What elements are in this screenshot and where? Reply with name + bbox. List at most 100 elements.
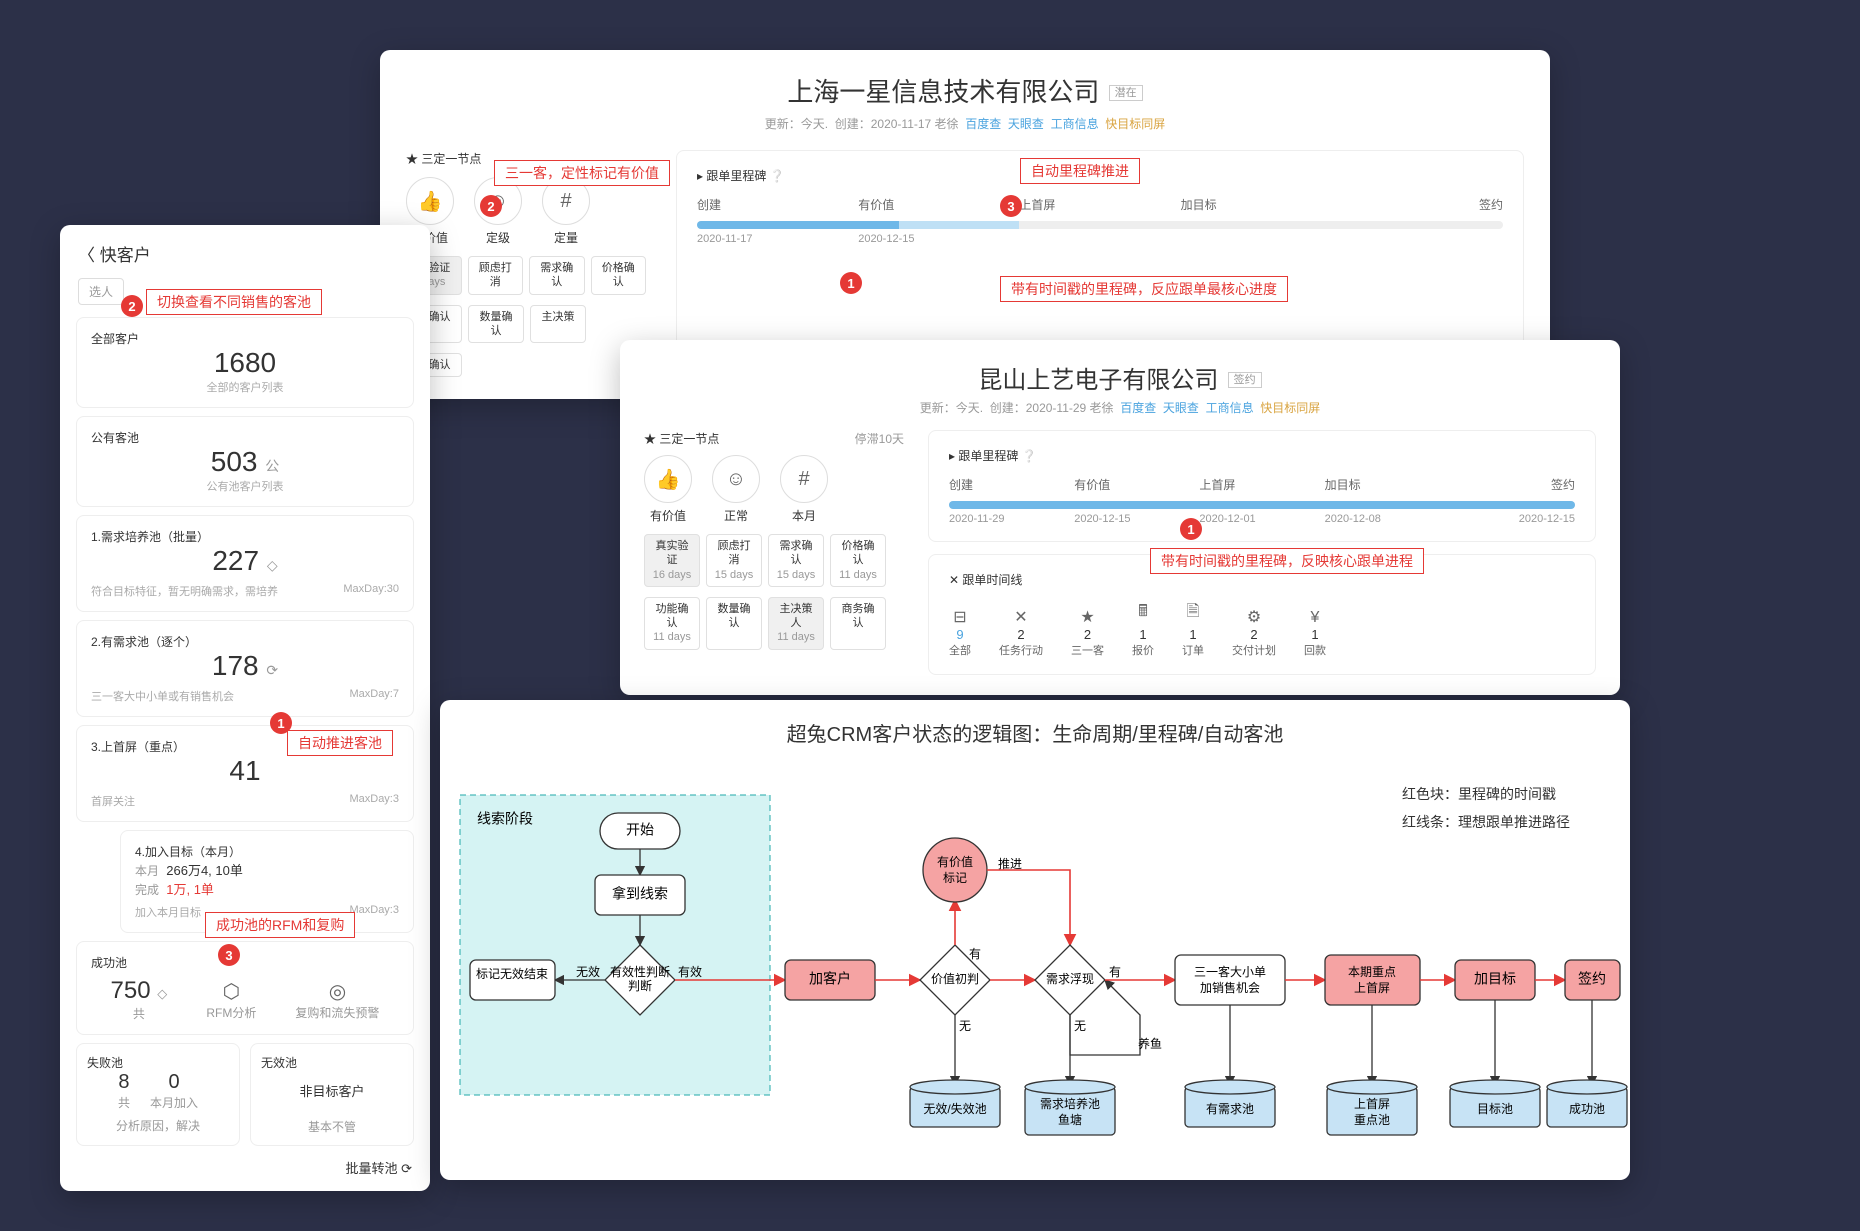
svg-text:签约: 签约 (1578, 971, 1606, 987)
svg-text:标记: 标记 (943, 871, 967, 885)
pool-need: 有需求池 (1185, 1080, 1275, 1127)
stat-delivery[interactable]: ⚙2交付计划 (1232, 607, 1276, 658)
svg-text:养鱼: 养鱼 (1138, 1036, 1162, 1051)
flowchart-title: 超兔CRM客户状态的逻辑图：生命周期/里程碑/自动客池 (440, 700, 1630, 765)
tag[interactable]: 主决策人11 days (768, 597, 824, 650)
company-panel-mid: 昆山上艺电子有限公司 签约 更新：今天. 创建：2020-11-29 老徐 百度… (620, 340, 1620, 695)
flowchart-panel: 超兔CRM客户状态的逻辑图：生命周期/里程碑/自动客池 红色块：里程碑的时间戳 … (440, 700, 1630, 1180)
svg-text:需求培养池: 需求培养池 (1040, 1096, 1100, 1111)
svg-text:重点池: 重点池 (1354, 1113, 1390, 1127)
link-kmb[interactable]: 快目标同屏 (1105, 117, 1165, 131)
svg-text:推进: 推进 (998, 857, 1022, 871)
bullet-1: 1 (840, 272, 862, 294)
pool-fail[interactable]: 失败池 8共0本月加入 分析原因，解决 (76, 1043, 240, 1146)
cube-icon: ⬡ (206, 979, 256, 1004)
tag[interactable]: 价格确认11 days (830, 534, 886, 587)
pool-invalid[interactable]: 无效池 非目标客户 基本不管 (250, 1043, 414, 1146)
churn-button[interactable]: ◎复购和流失预警 (295, 979, 379, 1021)
svg-text:判断: 判断 (628, 978, 652, 993)
svg-text:加销售机会: 加销售机会 (1200, 980, 1260, 995)
svg-text:价值初判: 价值初判 (931, 971, 979, 986)
svg-text:无: 无 (959, 1019, 971, 1033)
tag[interactable]: 主决策 (530, 305, 586, 344)
spiral-icon: ◎ (295, 979, 379, 1004)
stat-task[interactable]: ✕2任务行动 (999, 607, 1043, 658)
callout: 自动推进客池 (287, 730, 393, 756)
svg-text:有效性判断: 有效性判断 (610, 964, 670, 979)
svg-text:需求浮现: 需求浮现 (1046, 972, 1094, 986)
bullet-3: 3 (1000, 195, 1022, 217)
bullet-3: 3 (218, 944, 240, 966)
tag[interactable]: 顾虑打消15 days (706, 534, 762, 587)
pool-public[interactable]: 公有客池 503 公 公有池客户列表 (76, 416, 414, 507)
list-icon: ⊟ (949, 607, 971, 627)
smile-icon: ☺ (712, 455, 760, 503)
tag[interactable]: 数量确认 (468, 305, 524, 344)
rfm-button[interactable]: ⬡RFM分析 (206, 979, 256, 1021)
svg-text:加目标: 加目标 (1474, 971, 1516, 987)
chip-quantity[interactable]: #定量 (542, 177, 590, 246)
callout: 切换查看不同销售的客池 (146, 289, 322, 315)
pool-nurture[interactable]: 1.需求培养池（批量） 227 ◇ 符合目标特征，暂无明确需求，需培养MaxDa… (76, 515, 414, 612)
status-badge: 潜在 (1109, 85, 1143, 101)
pool-success[interactable]: 成功池 750 ◇共 ⬡RFM分析 ◎复购和流失预警 (76, 941, 414, 1035)
hash-icon: # (780, 455, 828, 503)
quick-customer-panel: 〈 快客户 选人 全部客户 1680 全部的客户列表 公有客池 503 公 公有… (60, 225, 430, 1191)
callout: 带有时间戳的里程碑，反映核心跟单进程 (1150, 548, 1424, 574)
pool-invalid: 无效/失效池 (910, 1080, 1000, 1127)
chip-quantity[interactable]: #本月 (780, 455, 828, 524)
svg-text:上首屏: 上首屏 (1354, 1097, 1390, 1111)
svg-text:有需求池: 有需求池 (1206, 1102, 1254, 1116)
pool-focus: 上首屏重点池 (1327, 1080, 1417, 1135)
tag[interactable]: 需求确认 (529, 256, 585, 295)
chip-grade[interactable]: ☺正常 (712, 455, 760, 524)
svg-text:三一客大小单: 三一客大小单 (1194, 964, 1266, 979)
bullet-2: 2 (121, 295, 143, 317)
stat-payment[interactable]: ¥1回款 (1304, 609, 1326, 658)
tag[interactable]: 数量确认 (706, 597, 762, 650)
svg-text:鱼塘: 鱼塘 (1058, 1112, 1082, 1127)
stat-order[interactable]: 🗎1订单 (1182, 600, 1204, 658)
stat-quote[interactable]: 🖩1报价 (1132, 600, 1154, 658)
status-badge: 签约 (1228, 372, 1262, 388)
svg-text:有: 有 (969, 947, 981, 961)
sales-selector[interactable]: 选人 (78, 278, 124, 305)
page-title[interactable]: 〈 快客户 (60, 225, 430, 274)
tag[interactable]: 需求确认15 days (768, 534, 824, 587)
flowchart-legend: 红色块：里程碑的时间戳 红线条：理想跟单推进路径 (1402, 780, 1570, 836)
tag[interactable]: 商务确认 (830, 597, 886, 650)
pool-success: 成功池 (1547, 1080, 1627, 1127)
callout: 三一客，定性标记有价值 (494, 160, 670, 186)
link-tianyan[interactable]: 天眼查 (1163, 401, 1199, 415)
tag[interactable]: 价格确认 (591, 256, 647, 295)
pool-all[interactable]: 全部客户 1680 全部的客户列表 (76, 317, 414, 408)
svg-text:无效: 无效 (576, 964, 600, 979)
pool-demand[interactable]: 2.有需求池（逐个） 178 ⟳ 三一客大中小单或有销售机会MaxDay:7 (76, 620, 414, 717)
link-tianyan[interactable]: 天眼查 (1008, 117, 1044, 131)
gear-icon: ⚙ (1232, 607, 1276, 627)
tag[interactable]: 顾虑打消 (468, 256, 524, 295)
milestone-bar (697, 221, 1503, 229)
batch-transfer-button[interactable]: 批量转池 ⟳ (345, 1161, 412, 1176)
run-icon: ✕ (999, 607, 1043, 627)
star-icon: ★ (1071, 607, 1104, 627)
company-name[interactable]: 昆山上艺电子有限公司 (978, 367, 1218, 394)
svg-text:有效: 有效 (678, 964, 702, 979)
company-name[interactable]: 上海一星信息技术有限公司 (787, 77, 1099, 107)
chip-valuable[interactable]: 👍有价值 (644, 455, 692, 524)
stat-all[interactable]: ⊟9全部 (949, 607, 971, 658)
svg-text:标记无效结束: 标记无效结束 (476, 966, 548, 981)
link-baidu[interactable]: 百度查 (965, 117, 1001, 131)
link-gongshang[interactable]: 工商信息 (1051, 117, 1099, 131)
callout: 带有时间戳的里程碑，反应跟单最核心进度 (1000, 276, 1288, 302)
link-gongshang[interactable]: 工商信息 (1206, 401, 1254, 415)
link-baidu[interactable]: 百度查 (1120, 401, 1156, 415)
tag[interactable]: 真实验证16 days (644, 534, 700, 587)
tag[interactable]: 功能确认11 days (644, 597, 700, 650)
stat-sanyi[interactable]: ★2三一客 (1071, 607, 1104, 658)
doc-icon: 🗎 (1182, 600, 1204, 627)
svg-text:线索阶段: 线索阶段 (477, 811, 533, 827)
svg-text:目标池: 目标池 (1477, 1102, 1513, 1116)
thumb-icon: 👍 (406, 177, 454, 225)
link-kmb[interactable]: 快目标同屏 (1260, 401, 1320, 415)
